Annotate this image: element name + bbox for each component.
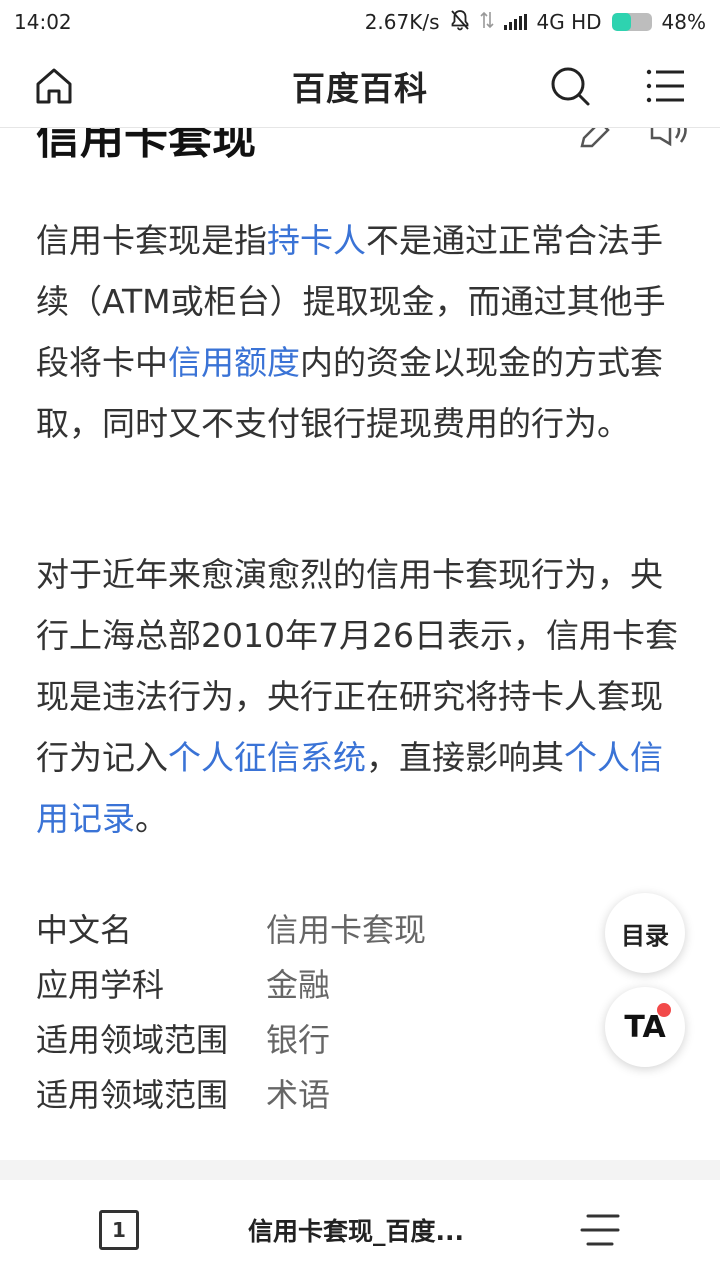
tab-count: 1 [112, 1218, 126, 1242]
info-row: 适用领域范围 术语 [36, 1065, 596, 1120]
text-segment: 信用卡套现是指 [36, 221, 267, 260]
current-tab-title[interactable]: 信用卡套现_百度... [248, 1212, 488, 1248]
text-segment: ，直接影响其 [366, 738, 564, 777]
intro-paragraph: 信用卡套现是指持卡人不是通过正常合法手续（ATM或柜台）提取现金，而通过其他手段… [36, 210, 686, 454]
info-key: 应用学科 [36, 965, 165, 1004]
home-button[interactable] [30, 62, 78, 110]
basic-info-table: 中文名 信用卡套现 应用学科 金融 适用领域范围 银行 适用领域范围 术语 [36, 900, 596, 1120]
tab-switcher-button[interactable]: 1 [99, 1210, 139, 1250]
notification-dot [657, 1003, 671, 1017]
info-row: 适用领域范围 银行 [36, 1010, 596, 1065]
info-value: 银行 [266, 1020, 331, 1059]
nav-title: 百度百科 [292, 68, 428, 108]
network-type: 4G HD [536, 10, 602, 34]
info-key: 中文名 [36, 910, 133, 949]
top-navigation: 百度百科 [0, 44, 720, 128]
section-divider [0, 1160, 720, 1180]
menu-icon [646, 69, 684, 103]
toc-button[interactable]: 目录 [605, 893, 685, 973]
info-value: 信用卡套现 [266, 910, 427, 949]
info-value: 金融 [266, 965, 331, 1004]
search-icon [551, 67, 590, 106]
article-content: 信用卡套现 信用卡套现是指持卡人不是通过正常合法手续（ATM或柜台）提取现金，而… [0, 128, 720, 1160]
search-button[interactable] [546, 62, 594, 110]
signal-icon [503, 14, 527, 30]
bottom-toolbar: 1 信用卡套现_百度... [0, 1180, 720, 1280]
info-value: 术语 [266, 1075, 331, 1114]
info-row: 中文名 信用卡套现 [36, 900, 596, 955]
battery-icon [611, 13, 652, 31]
menu-button[interactable] [642, 62, 690, 110]
net-speed: 2.67K/s [364, 10, 440, 34]
article-title: 信用卡套现 [36, 128, 256, 164]
second-paragraph: 对于近年来愈演愈烈的信用卡套现行为，央行上海总部2010年7月26日表示，信用卡… [36, 544, 686, 849]
status-indicators: 2.67K/s 4G HD 48% [365, 9, 706, 36]
info-row: 应用学科 金融 [36, 955, 596, 1010]
link-cardholder[interactable]: 持卡人 [267, 221, 366, 260]
text-segment: 。 [135, 799, 168, 838]
mute-icon [450, 9, 470, 36]
battery-percent: 48% [661, 10, 706, 34]
info-key: 适用领域范围 [36, 1075, 229, 1114]
speaker-icon[interactable] [648, 128, 692, 152]
status-time: 14:02 [14, 10, 72, 34]
link-credit-reference-system[interactable]: 个人征信系统 [168, 738, 366, 777]
status-bar: 14:02 2.67K/s 4G HD 48% [0, 0, 720, 44]
home-icon [36, 68, 72, 104]
info-key: 适用领域范围 [36, 1020, 229, 1059]
ta-button[interactable]: TA [605, 987, 685, 1067]
toc-label: 目录 [621, 921, 669, 950]
edit-icon[interactable] [578, 128, 612, 152]
more-menu-button[interactable] [580, 1212, 620, 1252]
hamburger-menu-icon [580, 1214, 620, 1246]
link-credit-limit[interactable]: 信用额度 [168, 343, 300, 382]
data-arrows-icon [479, 10, 494, 35]
